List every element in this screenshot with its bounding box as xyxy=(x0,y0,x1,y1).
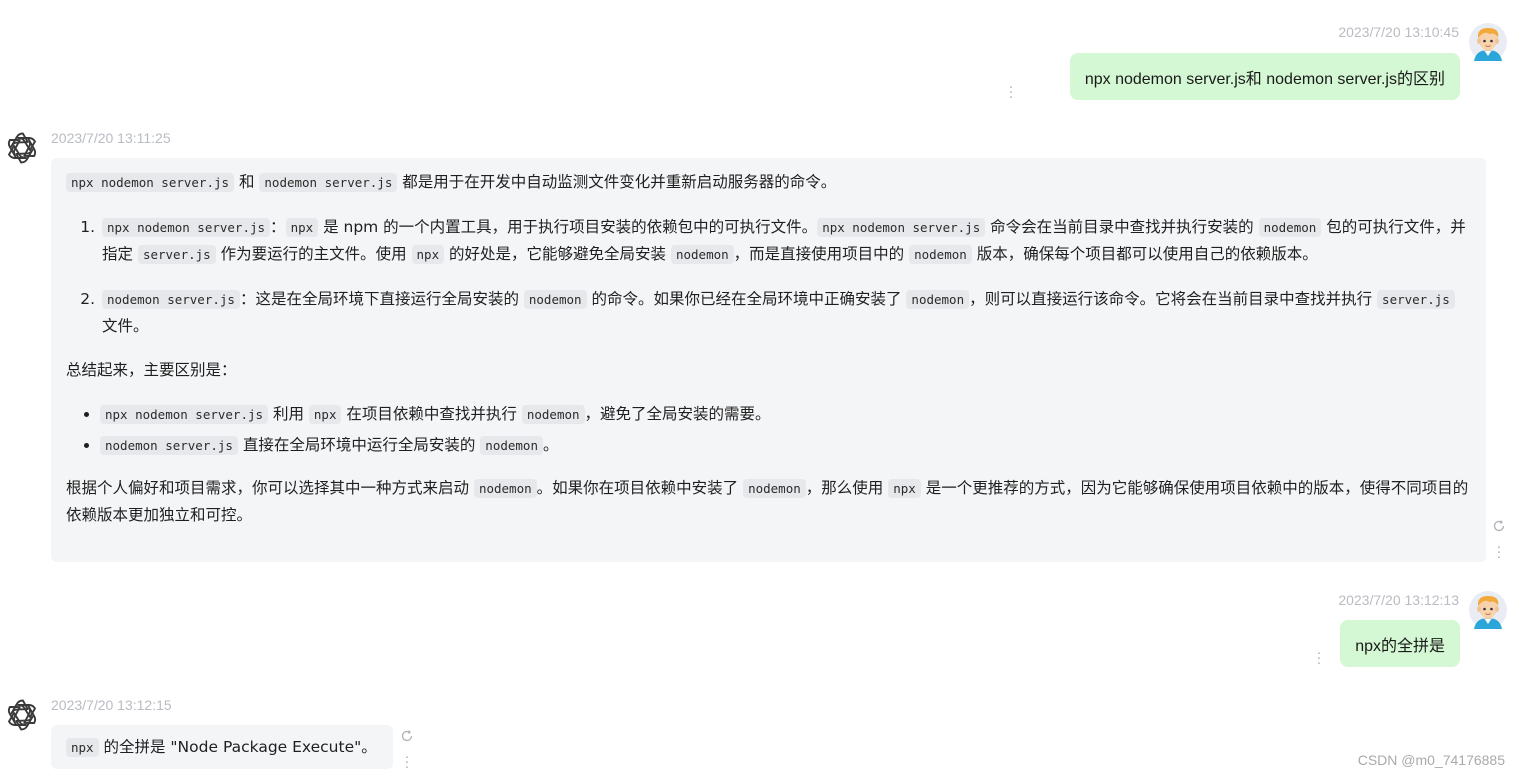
inline-code: server.js xyxy=(137,245,216,264)
timestamp: 2023/7/20 13:11:25 xyxy=(51,130,171,146)
intro-paragraph: npx nodemon server.js 和 nodemon server.j… xyxy=(66,169,1470,196)
inline-code: nodemon xyxy=(906,290,970,309)
inline-code: nodemon xyxy=(480,436,543,455)
inline-code: npx nodemon server.js xyxy=(100,405,269,424)
inline-code: nodemon xyxy=(909,245,972,264)
inline-code: npx nodemon server.js xyxy=(817,218,986,237)
inline-code: server.js xyxy=(1377,290,1455,309)
user-message-bubble: npx nodemon server.js和 nodemon server.js… xyxy=(1069,53,1460,100)
assistant-message-bubble: npx 的全拼是 "Node Package Execute"。 xyxy=(51,725,393,769)
inline-code: nodemon server.js xyxy=(100,436,238,455)
inline-code: npx xyxy=(888,479,921,498)
assistant-avatar-icon xyxy=(5,130,39,166)
bullet-list: npx nodemon server.js 利用 npx 在项目依赖中查找并执行… xyxy=(66,401,1470,459)
inline-code: nodemon xyxy=(670,245,734,264)
watermark: CSDN @m0_74176885 xyxy=(1357,752,1505,768)
inline-code: npx xyxy=(285,218,319,237)
inline-code: npx xyxy=(308,405,342,424)
inline-code: nodemon xyxy=(743,479,806,498)
more-options-icon[interactable]: · · · xyxy=(1007,82,1015,105)
more-options-icon[interactable]: · · · xyxy=(1495,542,1503,565)
summary-paragraph: 总结起来，主要区别是： xyxy=(66,361,237,379)
user-avatar[interactable] xyxy=(1469,23,1507,61)
assistant-message-bubble: npx nodemon server.js 和 nodemon server.j… xyxy=(51,158,1486,562)
more-options-icon[interactable]: · · · xyxy=(403,752,411,775)
numbered-list: npx nodemon server.js：npx 是 npm 的一个内置工具，… xyxy=(66,214,1470,339)
list-item: npx nodemon server.js 利用 npx 在项目依赖中查找并执行… xyxy=(100,401,1470,428)
user-message-bubble: npx的全拼是 xyxy=(1340,620,1460,667)
inline-code: nodemon xyxy=(523,290,587,309)
conclusion-paragraph: 根据个人偏好和项目需求，你可以选择其中一种方式来启动 nodemon 。如果你在项… xyxy=(66,479,1469,524)
timestamp: 2023/7/20 13:12:15 xyxy=(51,697,172,713)
inline-code: nodemon server.js xyxy=(259,173,398,192)
timestamp: 2023/7/20 13:12:13 xyxy=(1338,592,1459,608)
list-item: nodemon server.js：这是在全局环境下直接运行全局安装的 node… xyxy=(100,286,1470,339)
refresh-icon[interactable] xyxy=(400,729,414,743)
refresh-icon[interactable] xyxy=(1492,519,1506,533)
inline-code: nodemon server.js xyxy=(102,290,240,309)
inline-code: nodemon xyxy=(521,405,585,424)
inline-code: npx xyxy=(66,738,99,757)
inline-code: npx xyxy=(411,245,445,264)
more-options-icon[interactable]: · · · xyxy=(1315,648,1323,671)
assistant-avatar-icon xyxy=(5,697,39,733)
inline-code: npx nodemon server.js xyxy=(66,173,235,192)
inline-code: nodemon xyxy=(473,479,537,498)
timestamp: 2023/7/20 13:10:45 xyxy=(1338,24,1459,40)
inline-code: npx nodemon server.js xyxy=(102,218,271,237)
list-item: nodemon server.js 直接在全局环境中运行全局安装的 nodemo… xyxy=(100,432,1470,459)
list-item: npx nodemon server.js：npx 是 npm 的一个内置工具，… xyxy=(100,214,1470,268)
user-avatar[interactable] xyxy=(1469,591,1507,629)
inline-code: nodemon xyxy=(1258,218,1322,237)
